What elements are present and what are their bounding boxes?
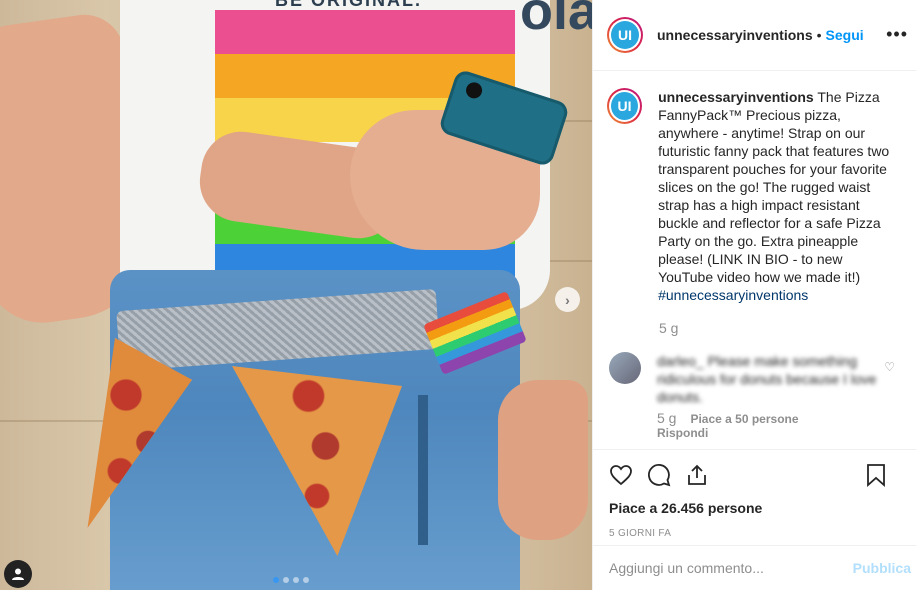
tagged-users-button[interactable] — [4, 560, 32, 588]
heart-icon[interactable] — [609, 463, 633, 487]
avatar-initials: UI — [611, 92, 639, 120]
header-username-link[interactable]: unnecessaryinventions — [657, 27, 813, 43]
carousel-dot — [293, 577, 299, 583]
comment-likes-link[interactable]: Piace a 50 persone — [690, 412, 798, 426]
likes-count-link[interactable]: Piace a 26.456 persone — [609, 500, 901, 516]
profile-avatar[interactable]: UI — [607, 17, 643, 53]
caption-username-link[interactable]: unnecessaryinventions — [658, 89, 814, 105]
comment-meta: 5 g Piace a 50 persone — [657, 410, 901, 426]
comment-text-blurred: darleo_ Please make something ridiculous… — [657, 353, 877, 405]
avatar-initials: UI — [611, 21, 639, 49]
reply-button[interactable]: Rispondi — [657, 426, 901, 440]
comment-icon[interactable] — [647, 463, 671, 487]
comment-time: 5 g — [657, 410, 677, 426]
caption: UI unnecessaryinventions The Pizza Fanny… — [607, 88, 901, 304]
carousel-next-button[interactable]: › — [555, 287, 580, 312]
caption-body: The Pizza FannyPack™ Precious pizza, any… — [658, 89, 890, 285]
user-icon — [12, 568, 24, 580]
chevron-right-icon: › — [565, 291, 570, 308]
caption-time: 5 g — [659, 320, 679, 336]
action-icons — [609, 460, 901, 490]
add-comment-bar: Pubblica — [593, 545, 916, 590]
publish-button[interactable]: Pubblica — [853, 560, 911, 576]
photo-right-hand — [498, 380, 588, 540]
post-side-panel: UI unnecessaryinventions • Segui ••• UI … — [592, 0, 916, 590]
comments-list[interactable]: UI unnecessaryinventions The Pizza Fanny… — [593, 72, 916, 448]
jeans-zipper — [418, 395, 428, 545]
follow-button[interactable]: Segui — [826, 27, 864, 43]
more-options-icon[interactable]: ••• — [886, 24, 908, 45]
share-icon[interactable] — [685, 463, 709, 487]
phone-camera — [463, 80, 485, 101]
like-comment-heart-icon[interactable]: ♡ — [884, 360, 895, 374]
tshirt-stripe-pink — [215, 10, 515, 54]
post-photo[interactable]: BE ORIGINAL. olaroi › — [0, 0, 592, 590]
post-header: UI unnecessaryinventions • Segui ••• — [593, 0, 916, 71]
post-actions: Piace a 26.456 persone 5 GIORNI FA — [593, 449, 916, 539]
comment-item: darleo_ Please make something ridiculous… — [607, 352, 901, 406]
header-separator: • — [816, 27, 822, 43]
caption-avatar[interactable]: UI — [607, 88, 643, 124]
caption-text: unnecessaryinventions The Pizza FannyPac… — [658, 88, 901, 304]
post-timestamp[interactable]: 5 GIORNI FA — [609, 528, 901, 539]
bookmark-icon[interactable] — [865, 463, 887, 487]
tshirt-logo-text: olaroi — [520, 0, 592, 41]
carousel-dot — [303, 577, 309, 583]
commenter-avatar[interactable] — [609, 352, 641, 384]
carousel-indicator — [273, 577, 309, 583]
carousel-dot — [283, 577, 289, 583]
carousel-dot — [273, 577, 279, 583]
comment-input[interactable] — [609, 560, 853, 576]
hashtag-link[interactable]: #unnecessaryinventions — [658, 287, 808, 303]
